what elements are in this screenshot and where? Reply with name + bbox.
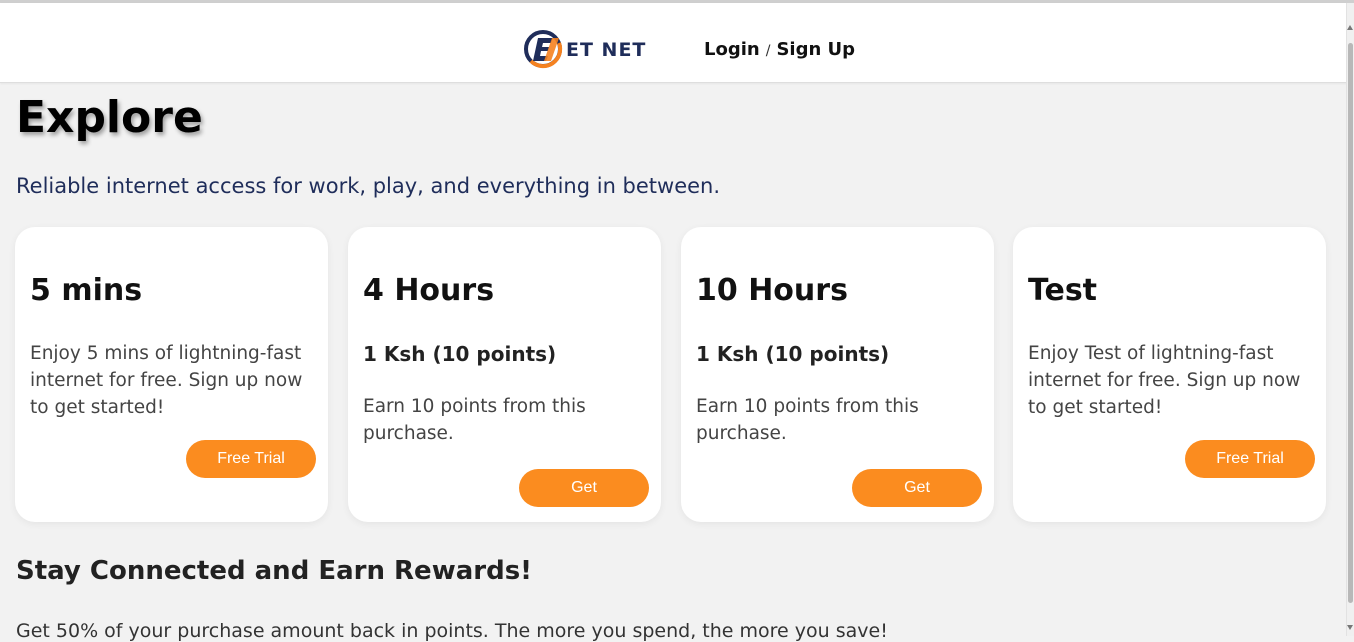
plan-title: 10 Hours — [696, 273, 848, 308]
brand-name: ET NET — [566, 39, 647, 61]
plan-price: 1 Ksh (10 points) — [696, 342, 890, 366]
plan-card: 4 Hours 1 Ksh (10 points) Earn 10 points… — [348, 227, 661, 522]
page-title: Explore — [16, 92, 203, 143]
plan-title: 4 Hours — [363, 273, 495, 308]
plan-description: Earn 10 points from this purchase. — [363, 396, 586, 444]
plan-description: Enjoy Test of lightning-fast internet fo… — [1028, 343, 1301, 418]
rewards-heading: Stay Connected and Earn Rewards! — [16, 556, 533, 586]
free-trial-button[interactable]: Free Trial — [186, 440, 316, 478]
auth-separator: / — [765, 43, 771, 59]
signup-link[interactable]: Sign Up — [776, 39, 855, 60]
scroll-up-icon[interactable] — [1347, 25, 1353, 30]
free-trial-button[interactable]: Free Trial — [1185, 440, 1315, 478]
plan-description: Enjoy 5 mins of lightning-fast internet … — [30, 343, 303, 418]
scroll-thumb[interactable] — [1348, 43, 1353, 603]
plan-price: 1 Ksh (10 points) — [363, 342, 557, 366]
brand-logo-icon — [524, 30, 563, 69]
plan-description: Earn 10 points from this purchase. — [696, 396, 919, 444]
plan-title: 5 mins — [30, 273, 143, 308]
page-scrollbar[interactable] — [1346, 3, 1354, 636]
get-plan-button[interactable]: Get — [519, 469, 649, 507]
plan-card: 5 mins Enjoy 5 mins of lightning-fast in… — [15, 227, 328, 522]
brand-logo[interactable]: ET NET — [523, 29, 646, 69]
get-plan-button[interactable]: Get — [852, 469, 982, 507]
plan-card: 10 Hours 1 Ksh (10 points) Earn 10 point… — [681, 227, 994, 522]
plan-card: Test Enjoy Test of lightning-fast intern… — [1013, 227, 1326, 522]
site-header: ET NET Login / Sign Up — [0, 3, 1347, 83]
plan-title: Test — [1028, 273, 1098, 308]
page-subtitle: Reliable internet access for work, play,… — [16, 174, 721, 198]
rewards-text: Get 50% of your purchase amount back in … — [16, 620, 888, 642]
scroll-down-icon[interactable] — [1347, 625, 1353, 630]
auth-links: Login / Sign Up — [704, 39, 855, 60]
login-link[interactable]: Login — [704, 39, 760, 60]
